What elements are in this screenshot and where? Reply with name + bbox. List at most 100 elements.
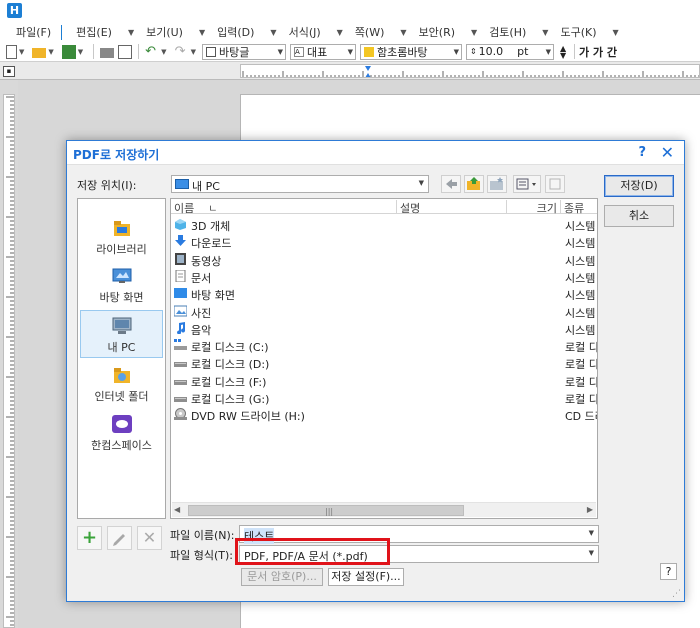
close-icon[interactable]: ✕ xyxy=(661,143,674,162)
undo-icon[interactable]: ↶ xyxy=(145,44,159,59)
menu-bar: 파일(F) 편집(E) ▼ 보기(U) ▼ 입력(D) ▼ 서식(J) ▼ 쪽(W) ▼ … xyxy=(0,22,700,42)
toolbar-separator xyxy=(138,44,140,59)
file-list: 이름 ㄴ 설명 크기 종류 3D 개체 시스템 다운로드 시스템 동영상 시스템 문서 시스템 바… xyxy=(170,198,598,519)
save-icon[interactable] xyxy=(61,44,76,59)
file-row[interactable]: DVD RW 드라이브 (H:) CD 드라 xyxy=(173,406,597,424)
up-folder-button[interactable] xyxy=(464,175,484,193)
spin-updown-icon[interactable]: ▲ ▼ xyxy=(560,44,568,59)
cancel-button[interactable]: 취소 xyxy=(604,205,674,227)
horizontal-ruler[interactable] xyxy=(240,64,700,78)
file-row[interactable]: 로컬 디스크 (D:) 로컬 디 xyxy=(173,354,597,371)
folder-up-icon xyxy=(467,177,480,190)
file-row[interactable]: 문서 시스템 xyxy=(173,268,595,285)
menu-insert[interactable]: 입력(D) ▼ xyxy=(211,22,282,42)
app-titlebar: H xyxy=(0,0,700,22)
ruler-toggle-icon[interactable]: ▪ xyxy=(3,66,15,77)
file-row[interactable]: 로컬 디스크 (F:) 로컬 디 xyxy=(173,372,598,389)
file-row[interactable]: 동영상 시스템 xyxy=(173,251,595,268)
menu-file[interactable]: 파일(F) xyxy=(10,22,57,42)
file-row[interactable]: 음악 시스템 xyxy=(173,320,595,337)
help-button[interactable]: ? xyxy=(660,563,677,580)
drive-icon xyxy=(174,356,187,368)
scrollbar-thumb[interactable]: ||| xyxy=(188,505,464,516)
place-my-pc[interactable]: 내 PC xyxy=(80,310,163,358)
file-row[interactable]: 바탕 화면 시스템 xyxy=(173,285,595,302)
add-place-icon[interactable]: + xyxy=(77,526,102,550)
library-icon xyxy=(111,219,133,237)
computer-icon xyxy=(175,179,189,189)
print-preview-icon[interactable] xyxy=(118,44,133,59)
save-settings-button[interactable]: 저장 설정(F)... xyxy=(328,568,404,586)
place-edit-tools: + ✕ xyxy=(77,524,166,552)
menu-edit[interactable]: 편집(E) ▼ xyxy=(70,22,140,42)
menu-format[interactable]: 서식(J) ▼ xyxy=(283,22,349,42)
back-arrow-icon xyxy=(446,179,457,189)
column-type[interactable]: 종류 xyxy=(561,200,597,215)
chevron-down-icon[interactable]: ▼ xyxy=(191,48,196,56)
file-row[interactable]: 사진 시스템 xyxy=(173,303,595,320)
style-combo[interactable]: 바탕글 ▼ xyxy=(201,43,286,60)
computer-icon xyxy=(111,317,133,335)
save-button[interactable]: 저장(D) xyxy=(604,175,674,197)
location-combo[interactable]: 내 PC ▼ xyxy=(171,175,429,193)
resize-grip-icon[interactable]: ⋰ xyxy=(672,589,681,599)
properties-button[interactable] xyxy=(545,175,565,193)
view-mode-button[interactable] xyxy=(513,175,541,193)
menu-view[interactable]: 보기(U) ▼ xyxy=(140,22,211,42)
chevron-down-icon[interactable]: ▼ xyxy=(48,48,53,56)
filetype-label: 파일 형식(T): xyxy=(170,549,233,562)
chevron-down-icon[interactable]: ▼ xyxy=(161,48,166,56)
remove-place-icon[interactable]: ✕ xyxy=(137,526,162,550)
place-internet-folder[interactable]: 인터넷 폴더 xyxy=(80,360,163,408)
column-size[interactable]: 크기 xyxy=(507,200,561,215)
file-row[interactable]: 로컬 디스크 (C:) 로컬 디 xyxy=(173,337,598,355)
edit-place-button[interactable] xyxy=(107,526,132,550)
file-row[interactable]: 다운로드 시스템 xyxy=(173,233,595,250)
scroll-right-icon[interactable]: ▶ xyxy=(587,505,593,514)
file-type: 시스템 xyxy=(565,271,596,285)
file-row[interactable]: 3D 개체 시스템 xyxy=(173,216,595,233)
drive-icon xyxy=(174,391,187,403)
open-folder-icon[interactable] xyxy=(32,47,47,58)
file-type: 로컬 디 xyxy=(565,341,598,355)
font-combo[interactable]: 함초롬바탕 ▼ xyxy=(359,43,462,60)
chevron-down-icon[interactable]: ▼ xyxy=(78,48,83,56)
column-description[interactable]: 설명 xyxy=(397,200,507,215)
place-library[interactable]: 라이브러리 xyxy=(80,213,163,261)
font-size-combo[interactable]: ⇕ 10.0 pt ▼ xyxy=(465,43,554,60)
print-icon[interactable] xyxy=(100,47,115,58)
menu-tools[interactable]: 도구(K) ▼ xyxy=(554,22,624,42)
place-hancom-space[interactable]: 한컴스페이스 xyxy=(80,409,163,457)
chevron-down-icon: ▼ xyxy=(612,27,619,37)
menu-page-label: 쪽(W) xyxy=(354,26,385,39)
font-language-combo[interactable]: A 대표 ▼ xyxy=(289,43,356,60)
file-name: DVD RW 드라이브 (H:) xyxy=(191,410,305,424)
horizontal-scrollbar[interactable]: ◀ ||| ▶ xyxy=(172,502,596,517)
file-type: 로컬 디 xyxy=(565,375,598,389)
file-name: 로컬 디스크 (F:) xyxy=(191,375,267,389)
chevron-down-icon: ▼ xyxy=(400,27,407,37)
back-button[interactable] xyxy=(441,175,461,193)
menu-security[interactable]: 보안(R) ▼ xyxy=(413,22,484,42)
scroll-left-icon[interactable]: ◀ xyxy=(174,505,180,514)
menu-page[interactable]: 쪽(W) ▼ xyxy=(349,22,413,42)
redo-icon[interactable]: ↷ xyxy=(175,44,189,59)
location-label: 저장 위치(I): xyxy=(77,179,137,192)
pictures-icon xyxy=(173,305,188,317)
new-document-icon[interactable] xyxy=(6,44,17,59)
new-folder-button[interactable] xyxy=(487,175,507,193)
help-icon[interactable]: ? xyxy=(638,145,646,160)
sort-indicator-icon: ㄴ xyxy=(208,204,218,215)
menu-review[interactable]: 검토(H) ▼ xyxy=(483,22,554,42)
filetype-highlight-box xyxy=(235,538,390,565)
column-name[interactable]: 이름 ㄴ xyxy=(171,200,397,215)
document-password-button[interactable]: 문서 암호(P)... xyxy=(241,568,323,586)
vertical-ruler[interactable] xyxy=(3,94,15,628)
place-label: 바탕 화면 xyxy=(99,291,144,304)
video-icon xyxy=(174,252,187,265)
file-row[interactable]: 로컬 디스크 (G:) 로컬 디 xyxy=(173,389,597,406)
chevron-down-icon[interactable]: ▼ xyxy=(19,48,24,56)
file-type: 시스템 xyxy=(565,306,596,320)
char-style-preview[interactable]: 가 가 간 xyxy=(579,44,617,60)
place-desktop[interactable]: 바탕 화면 xyxy=(80,261,163,309)
